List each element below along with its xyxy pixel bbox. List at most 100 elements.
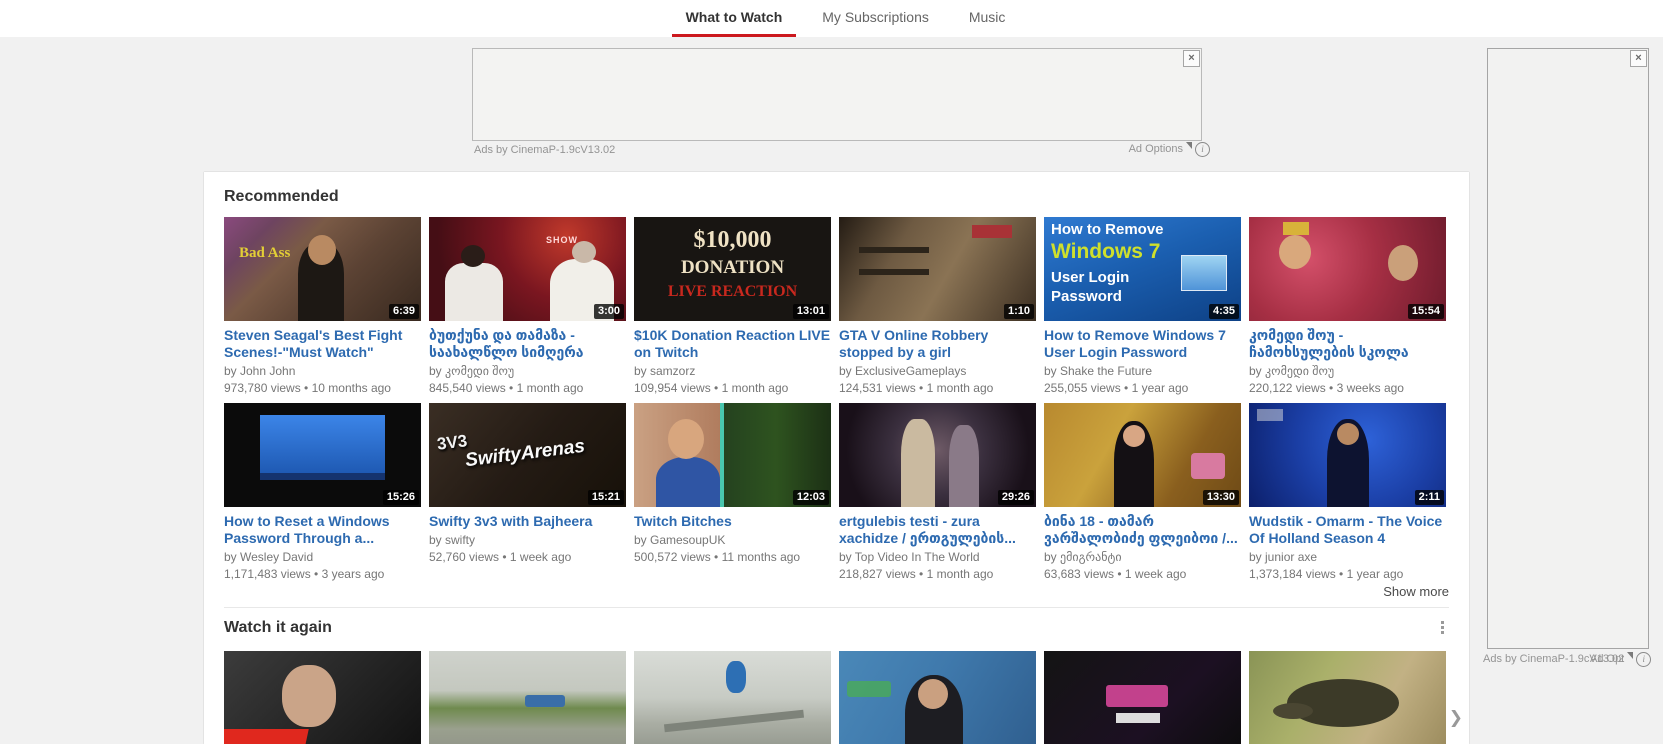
video-thumbnail[interactable]: 13:30 [1044, 403, 1241, 507]
adchoices-flag-icon [1627, 652, 1633, 659]
video-title-link[interactable]: GTA V Online Robbery stopped by a girl [839, 327, 1036, 361]
video-thumbnail[interactable] [1044, 651, 1241, 744]
ad-close-icon[interactable]: × [1183, 50, 1200, 67]
video-thumbnail[interactable]: Bad Ass6:39 [224, 217, 421, 321]
video-byline[interactable]: by Shake the Future [1044, 364, 1241, 379]
thumb-overlay-shape [901, 419, 935, 507]
video-thumbnail[interactable]: 15:26 [224, 403, 421, 507]
video-thumbnail[interactable] [839, 651, 1036, 744]
thumb-overlay-text: User Login [1051, 269, 1129, 286]
thumb-overlay-shape [656, 457, 720, 507]
video-stats: 63,683 views • 1 week ago [1044, 567, 1241, 582]
video-duration-badge: 29:26 [998, 490, 1034, 505]
video-stats: 973,780 views • 10 months ago [224, 381, 421, 396]
top-ad-options: Ad Options i [1032, 142, 1210, 157]
thumb-overlay-shape [260, 415, 385, 477]
video-title-link[interactable]: Steven Seagal's Best Fight Scenes!-"Must… [224, 327, 421, 361]
video-byline[interactable]: by ემიგრანტი [1044, 550, 1241, 565]
more-options-icon[interactable] [1438, 618, 1447, 637]
watch-it-again-section: Watch it again [224, 607, 1449, 744]
video-byline[interactable]: by samzorz [634, 364, 831, 379]
video-title-link[interactable]: Wudstik - Omarm - The Voice Of Holland S… [1249, 513, 1446, 547]
recommended-section: Recommended Bad Ass6:39 Steven Seagal's B… [224, 172, 1449, 599]
thumb-overlay-shape [1283, 222, 1309, 235]
video-duration-badge: 4:35 [1209, 304, 1239, 319]
video-thumbnail[interactable] [1249, 651, 1446, 744]
ad-info-icon[interactable]: i [1195, 142, 1210, 157]
video-title-link[interactable]: ბინა 18 - თამარ ვარშალობიძე ფლეიბოი /... [1044, 513, 1241, 547]
section-title-recommended: Recommended [224, 188, 1449, 206]
video-duration-badge: 12:03 [793, 490, 829, 505]
video-thumbnail[interactable]: 3V3SwiftyArenas15:21 [429, 403, 626, 507]
video-stats: 845,540 views • 1 month ago [429, 381, 626, 396]
video-card: 15:26 How to Reset a Windows Password Thr… [224, 403, 421, 582]
thumb-overlay-shape [1116, 713, 1160, 723]
video-thumbnail[interactable] [634, 651, 831, 744]
thumb-overlay-shape [720, 403, 724, 507]
video-stats: 255,055 views • 1 year ago [1044, 381, 1241, 396]
video-title-link[interactable]: How to Reset a Windows Password Through … [224, 513, 421, 547]
thumb-overlay-shape [859, 247, 929, 253]
video-stats: 1,171,483 views • 3 years ago [224, 567, 421, 582]
video-card: 13:30 ბინა 18 - თამარ ვარშალობიძე ფლეიბოი… [1044, 403, 1241, 582]
video-thumbnail[interactable]: $10,000DONATIONLIVE REACTION13:01 [634, 217, 831, 321]
thumb-overlay-shape [282, 665, 336, 727]
video-duration-badge: 6:39 [389, 304, 419, 319]
video-title-link[interactable]: კომედი შოუ - ჩამოხსულების სკოლა (ეპიზოდი… [1249, 327, 1446, 361]
thumb-overlay-shape [572, 241, 596, 263]
show-more-link[interactable]: Show more [224, 584, 1449, 599]
video-title-link[interactable]: How to Remove Windows 7 User Login Passw… [1044, 327, 1241, 361]
video-stats: 109,954 views • 1 month ago [634, 381, 831, 396]
thumb-overlay-shape [1181, 255, 1227, 291]
video-thumbnail[interactable]: 12:03 [634, 403, 831, 507]
video-byline[interactable]: by კომედი შოუ [1249, 364, 1446, 379]
video-card [1044, 651, 1241, 744]
thumb-overlay-shape [224, 729, 309, 744]
video-byline[interactable]: by კომედი შოუ [429, 364, 626, 379]
video-thumbnail[interactable]: How to RemoveWindows 7User LoginPassword… [1044, 217, 1241, 321]
video-title-link[interactable]: Swifty 3v3 with Bajheera [429, 513, 626, 530]
watch-it-again-header: Watch it again [224, 618, 1449, 637]
top-ad-banner[interactable]: × [472, 48, 1202, 141]
video-title-link[interactable]: ertgulebis testi - zura xachidze / ერთგუ… [839, 513, 1036, 547]
tab-music[interactable]: Music [955, 0, 1020, 37]
video-thumbnail[interactable]: 1:10 [839, 217, 1036, 321]
video-title-link[interactable]: ბუთქუნა და თამაზა - საახალწლო სიმღერა Re… [429, 327, 626, 361]
thumb-overlay-shape [1287, 679, 1399, 727]
video-duration-badge: 2:11 [1415, 490, 1444, 505]
top-ad-attribution: Ads by CinemaP-1.9cV13.02 [474, 144, 615, 156]
video-byline[interactable]: by John John [224, 364, 421, 379]
ad-options-link[interactable]: Ad Opt [1590, 652, 1624, 667]
ad-options-link[interactable]: Ad Options [1129, 142, 1183, 157]
video-title-link[interactable]: $10K Donation Reaction LIVE on Twitch [634, 327, 831, 361]
thumb-overlay-shape [668, 419, 704, 459]
video-title-link[interactable]: Twitch Bitches [634, 513, 831, 530]
video-byline[interactable]: by ExclusiveGameplays [839, 364, 1036, 379]
video-thumbnail[interactable] [224, 651, 421, 744]
video-thumbnail[interactable] [429, 651, 626, 744]
video-byline[interactable]: by Top Video In The World [839, 550, 1036, 565]
video-thumbnail[interactable]: 29:26 [839, 403, 1036, 507]
ad-info-icon[interactable]: i [1636, 652, 1651, 667]
top-navigation-bar: What to Watch My Subscriptions Music [0, 0, 1663, 37]
tab-what-to-watch[interactable]: What to Watch [672, 0, 797, 37]
video-duration-badge: 3:00 [594, 304, 624, 319]
video-byline[interactable]: by junior axe [1249, 550, 1446, 565]
thumb-overlay-shape [726, 661, 746, 693]
video-thumbnail[interactable]: 2:11 [1249, 403, 1446, 507]
video-stats: 218,827 views • 1 month ago [839, 567, 1036, 582]
thumb-overlay-text: SHOW [546, 235, 578, 245]
video-thumbnail[interactable]: 15:54 [1249, 217, 1446, 321]
video-byline[interactable]: by GamesoupUK [634, 533, 831, 548]
ad-close-icon[interactable]: × [1630, 50, 1647, 67]
feed-container: Recommended Bad Ass6:39 Steven Seagal's B… [204, 172, 1469, 744]
video-thumbnail[interactable]: SHOW 3:00 [429, 217, 626, 321]
tab-my-subscriptions[interactable]: My Subscriptions [808, 0, 943, 37]
thumb-overlay-shape [1337, 423, 1359, 445]
next-arrow-icon[interactable]: ❯ [1449, 708, 1463, 728]
video-byline[interactable]: by swifty [429, 533, 626, 548]
video-byline[interactable]: by Wesley David [224, 550, 421, 565]
video-card [1249, 651, 1446, 744]
side-ad-panel[interactable]: × [1487, 48, 1649, 649]
thumb-overlay-shape [664, 710, 804, 733]
